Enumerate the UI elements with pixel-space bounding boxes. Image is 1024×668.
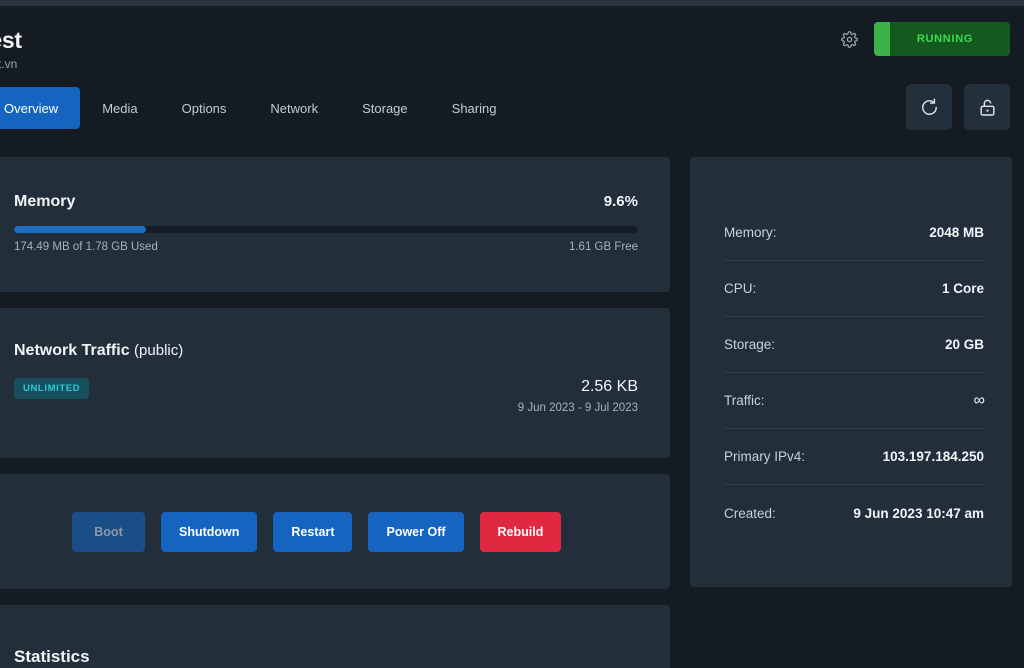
network-traffic-title: Network Traffic (public): [14, 342, 638, 360]
power-actions-card: Boot Shutdown Restart Power Off Rebuild: [0, 474, 670, 589]
network-title-main: Network Traffic: [14, 342, 130, 359]
info-row-created: Created: 9 Jun 2023 10:47 am: [724, 485, 984, 541]
memory-footer: 174.49 MB of 1.78 GB Used 1.61 GB Free: [14, 241, 638, 253]
network-traffic-date-range: 9 Jun 2023 - 9 Jul 2023: [518, 402, 638, 414]
reload-button[interactable]: [906, 84, 952, 130]
page-title: test: [0, 28, 22, 53]
statistics-title: Statistics: [14, 647, 670, 667]
info-value: 20 GB: [945, 337, 984, 352]
info-row-storage: Storage: 20 GB: [724, 317, 984, 373]
tab-media[interactable]: Media: [80, 87, 159, 129]
tab-sharing[interactable]: Sharing: [430, 87, 519, 129]
statistics-card: Statistics: [0, 605, 670, 668]
network-title-scope: (public): [134, 342, 183, 359]
rebuild-button[interactable]: Rebuild: [480, 512, 562, 552]
left-column: Memory 9.6% 174.49 MB of 1.78 GB Used 1.…: [0, 157, 670, 668]
tab-label: Options: [182, 101, 227, 116]
right-column: Memory: 2048 MB CPU: 1 Core Storage: 20 …: [690, 157, 1012, 587]
status-badge-label: RUNNING: [890, 33, 1010, 45]
info-value: 103.197.184.250: [883, 449, 984, 464]
page-header: test test.vn RUNNING: [0, 6, 1024, 80]
info-row-cpu: CPU: 1 Core: [724, 261, 984, 317]
info-row-primary-ipv4: Primary IPv4: 103.197.184.250: [724, 429, 984, 485]
vm-info-panel: Memory: 2048 MB CPU: 1 Core Storage: 20 …: [690, 157, 1012, 587]
page-subtitle: test.vn: [0, 57, 22, 71]
tab-action-buttons: [906, 84, 1010, 130]
power-off-button[interactable]: Power Off: [368, 512, 463, 552]
info-label: Memory:: [724, 225, 777, 240]
tab-network[interactable]: Network: [248, 87, 340, 129]
boot-button[interactable]: Boot: [72, 512, 145, 552]
memory-progress-fill: [14, 226, 146, 233]
tab-label: Overview: [4, 101, 58, 116]
tabs-row: Overview Media Options Network Storage S…: [0, 86, 1024, 134]
info-row-traffic: Traffic: ∞: [724, 373, 984, 429]
gear-icon[interactable]: [838, 28, 860, 50]
memory-free-label: 1.61 GB Free: [569, 241, 638, 253]
tab-label: Sharing: [452, 101, 497, 116]
tab-label: Storage: [362, 101, 408, 116]
info-value: ∞: [974, 392, 984, 410]
memory-title: Memory: [14, 193, 75, 211]
tab-overview[interactable]: Overview: [0, 87, 80, 129]
header-actions: RUNNING: [838, 22, 1010, 56]
unlock-button[interactable]: [964, 84, 1010, 130]
info-label: Traffic:: [724, 393, 765, 408]
tab-label: Network: [270, 101, 318, 116]
unlock-icon: [978, 98, 997, 117]
memory-header: Memory 9.6%: [14, 193, 638, 211]
reload-icon: [920, 98, 939, 117]
network-traffic-value: 2.56 KB: [518, 378, 638, 396]
network-traffic-stats: 2.56 KB 9 Jun 2023 - 9 Jul 2023: [518, 378, 638, 414]
info-label: Created:: [724, 506, 776, 521]
tab-bar: Overview Media Options Network Storage S…: [0, 86, 518, 130]
status-accent-bar: [874, 22, 890, 56]
memory-used-label: 174.49 MB of 1.78 GB Used: [14, 241, 158, 253]
tab-options[interactable]: Options: [160, 87, 249, 129]
unlimited-badge: UNLIMITED: [14, 378, 89, 399]
main-content: Memory 9.6% 174.49 MB of 1.78 GB Used 1.…: [0, 157, 1024, 668]
network-traffic-body: UNLIMITED 2.56 KB 9 Jun 2023 - 9 Jul 202…: [14, 378, 638, 414]
tab-storage[interactable]: Storage: [340, 87, 430, 129]
network-traffic-card: Network Traffic (public) UNLIMITED 2.56 …: [0, 308, 670, 458]
shutdown-button[interactable]: Shutdown: [161, 512, 257, 552]
info-value: 1 Core: [942, 281, 984, 296]
restart-button[interactable]: Restart: [273, 512, 352, 552]
info-value: 2048 MB: [929, 225, 984, 240]
status-badge[interactable]: RUNNING: [874, 22, 1010, 56]
title-block: test test.vn: [0, 28, 22, 71]
info-row-memory: Memory: 2048 MB: [724, 205, 984, 261]
memory-card: Memory 9.6% 174.49 MB of 1.78 GB Used 1.…: [0, 157, 670, 292]
info-label: CPU:: [724, 281, 756, 296]
memory-progress-bar: [14, 226, 638, 233]
tab-label: Media: [102, 101, 137, 116]
memory-percent: 9.6%: [604, 193, 638, 210]
info-value: 9 Jun 2023 10:47 am: [853, 506, 984, 521]
info-label: Primary IPv4:: [724, 449, 805, 464]
info-label: Storage:: [724, 337, 775, 352]
